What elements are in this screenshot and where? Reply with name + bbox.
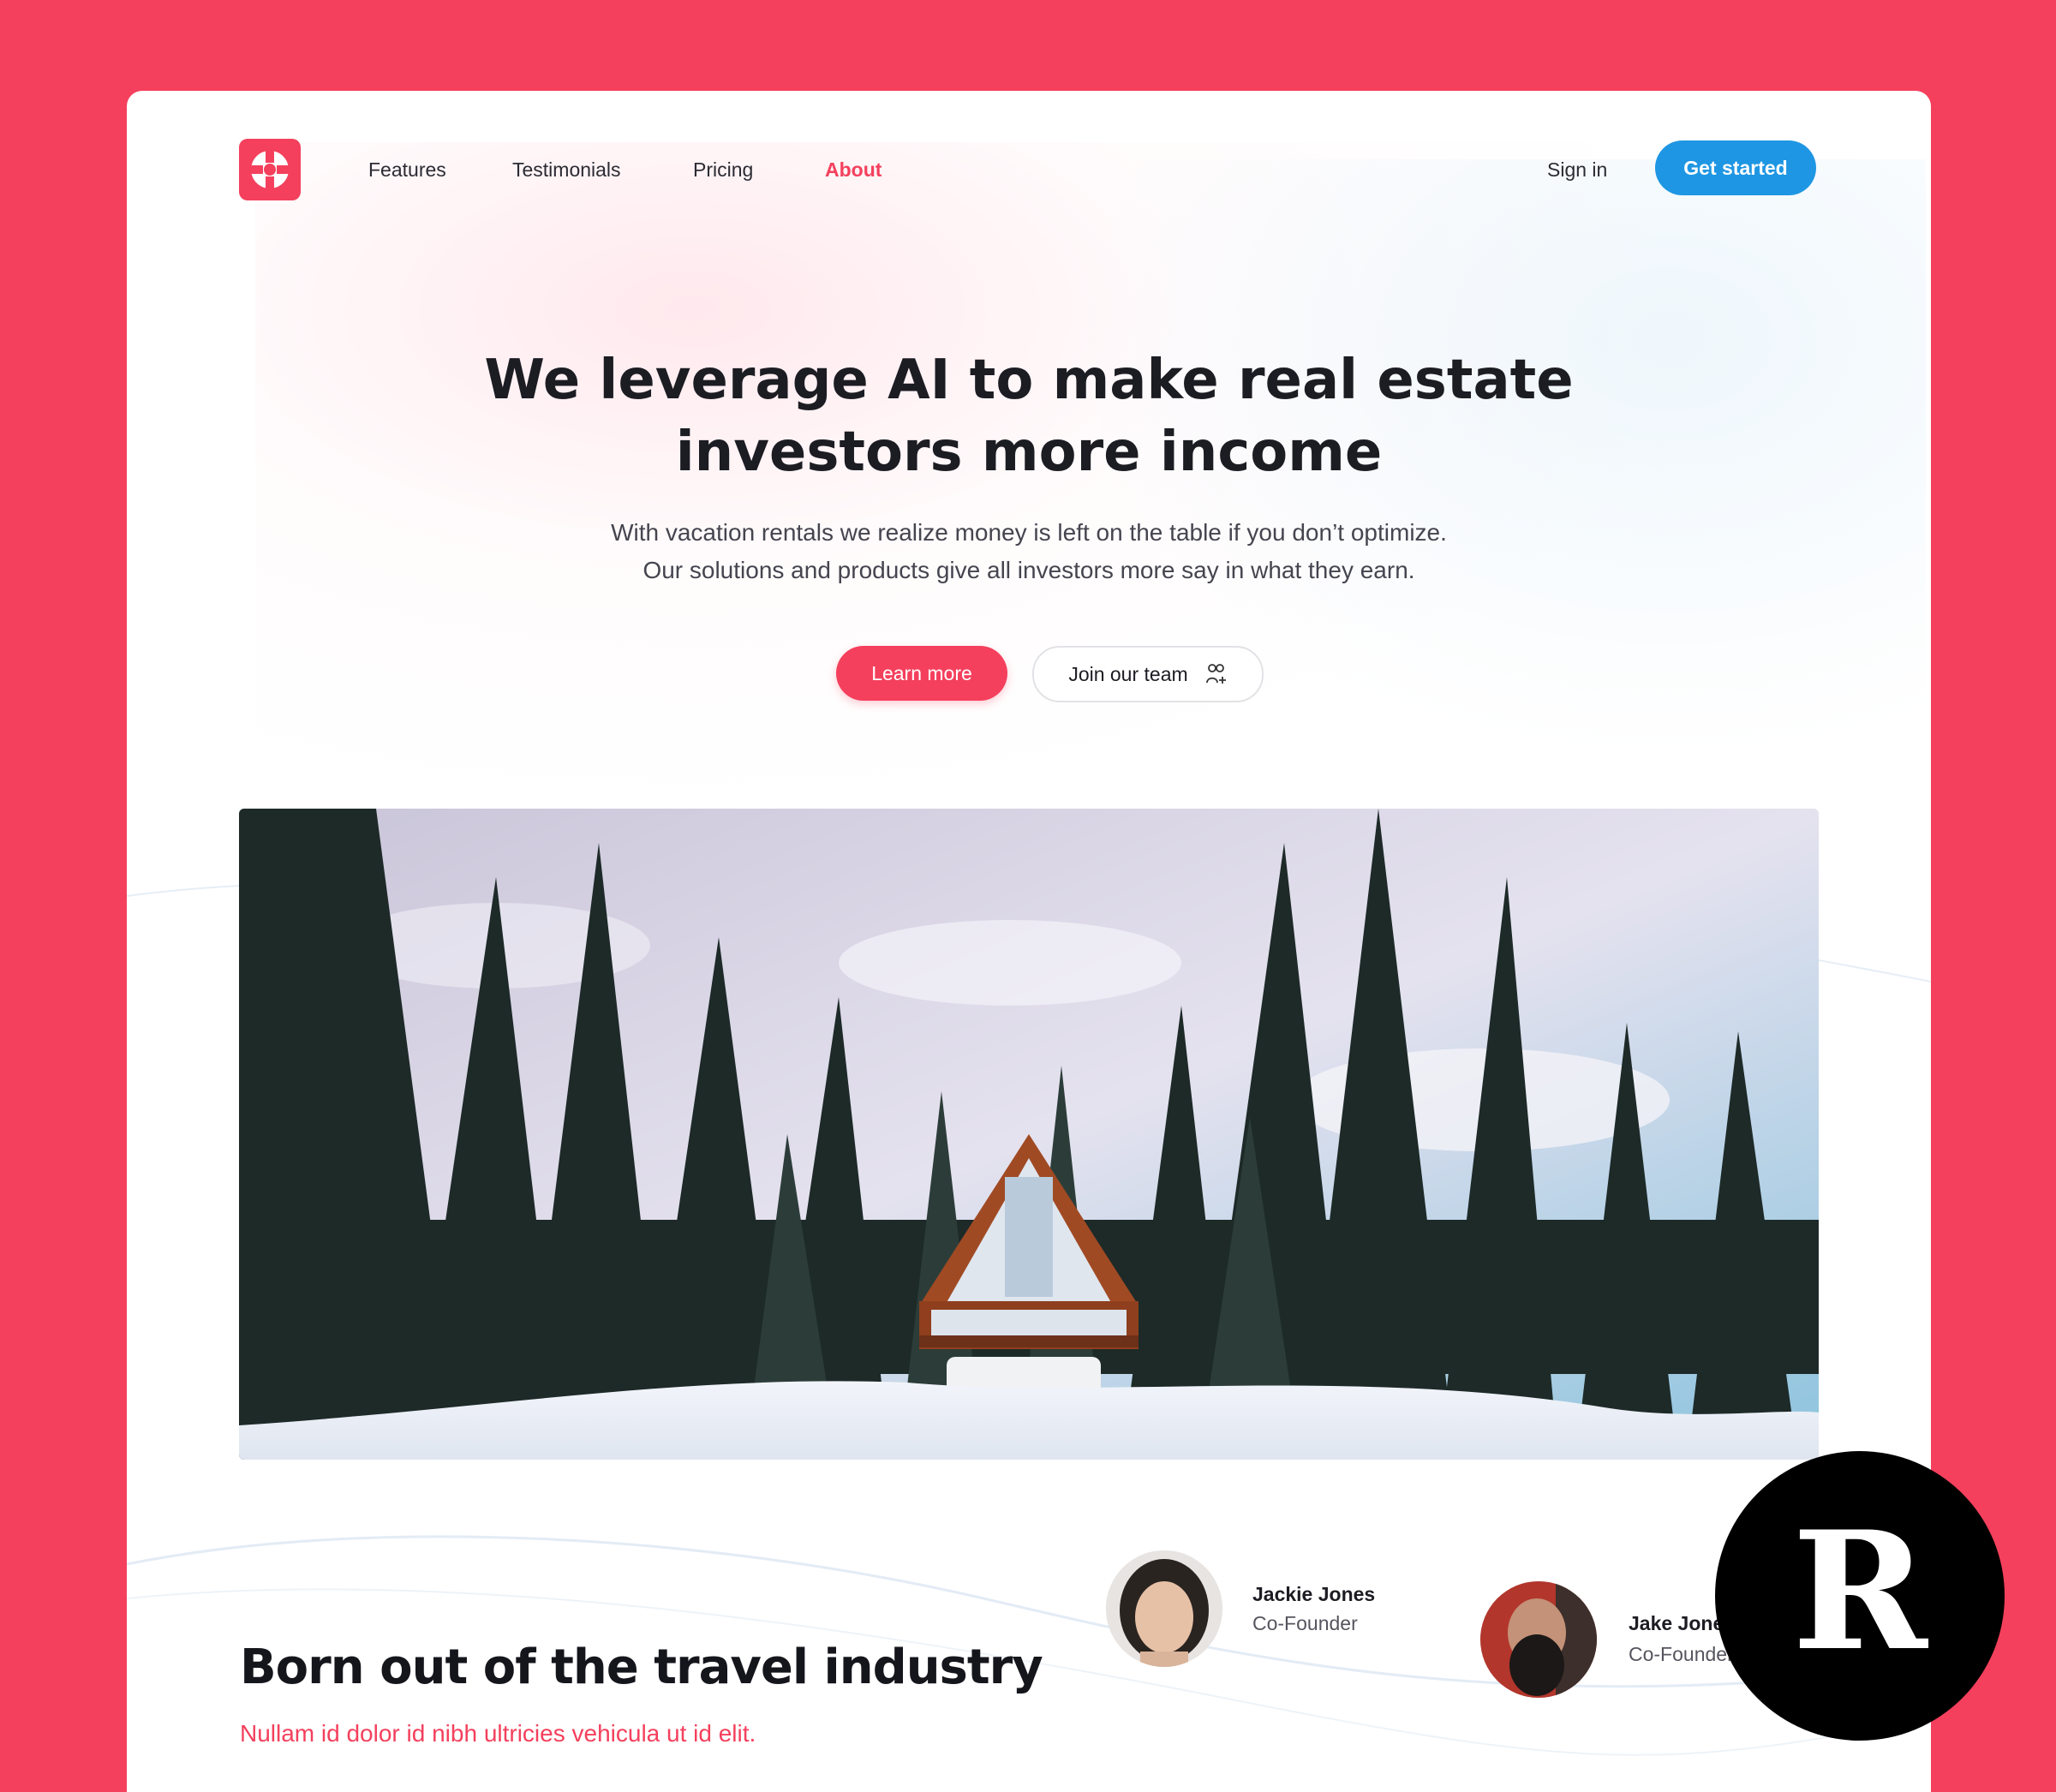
nav-link-about[interactable]: About xyxy=(825,156,882,183)
learn-more-button[interactable]: Learn more xyxy=(836,646,1007,701)
user-plus-icon xyxy=(1205,664,1226,684)
hero-title: We leverage AI to make real estate inves… xyxy=(298,344,1760,488)
team-name: Jackie Jones xyxy=(1252,1583,1376,1605)
hero-title-line1: We leverage AI to make real estate xyxy=(484,349,1574,412)
page-card: Features Testimonials Pricing About Sign… xyxy=(127,91,1931,1792)
get-started-button[interactable]: Get started xyxy=(1655,140,1816,195)
nav-link-testimonials[interactable]: Testimonials xyxy=(512,156,621,183)
team-role: Co-Founder xyxy=(1252,1612,1358,1634)
logo[interactable] xyxy=(239,139,301,200)
about-title: Born out of the travel industry xyxy=(240,1640,1043,1695)
join-team-label: Join our team xyxy=(1068,662,1188,685)
avatar xyxy=(1480,1581,1597,1698)
hero-subtitle-line1: With vacation rentals we realize money i… xyxy=(611,519,1447,546)
team-role: Co-Founder xyxy=(1629,1643,1734,1665)
nav-link-features[interactable]: Features xyxy=(368,156,446,183)
join-team-button[interactable]: Join our team xyxy=(1032,646,1264,702)
badge-letter: R xyxy=(1792,1496,1928,1687)
nav-link-pricing[interactable]: Pricing xyxy=(693,156,753,183)
avatar-jake-image xyxy=(1480,1581,1597,1698)
brand-badge: R xyxy=(1715,1451,2005,1741)
avatar xyxy=(1106,1550,1222,1667)
cabin-in-forest-image xyxy=(239,809,1819,1460)
hero-title-line2: investors more income xyxy=(675,421,1383,484)
hero-photo xyxy=(239,809,1819,1460)
sign-in-link[interactable]: Sign in xyxy=(1547,156,1607,183)
about-subtitle: Nullam id dolor id nibh ultricies vehicu… xyxy=(240,1720,756,1747)
logo-mark-icon xyxy=(249,149,290,190)
hero-subtitle: With vacation rentals we realize money i… xyxy=(384,514,1674,589)
hero-subtitle-line2: Our solutions and products give all inve… xyxy=(642,557,1415,583)
avatar-jackie-image xyxy=(1106,1550,1222,1667)
